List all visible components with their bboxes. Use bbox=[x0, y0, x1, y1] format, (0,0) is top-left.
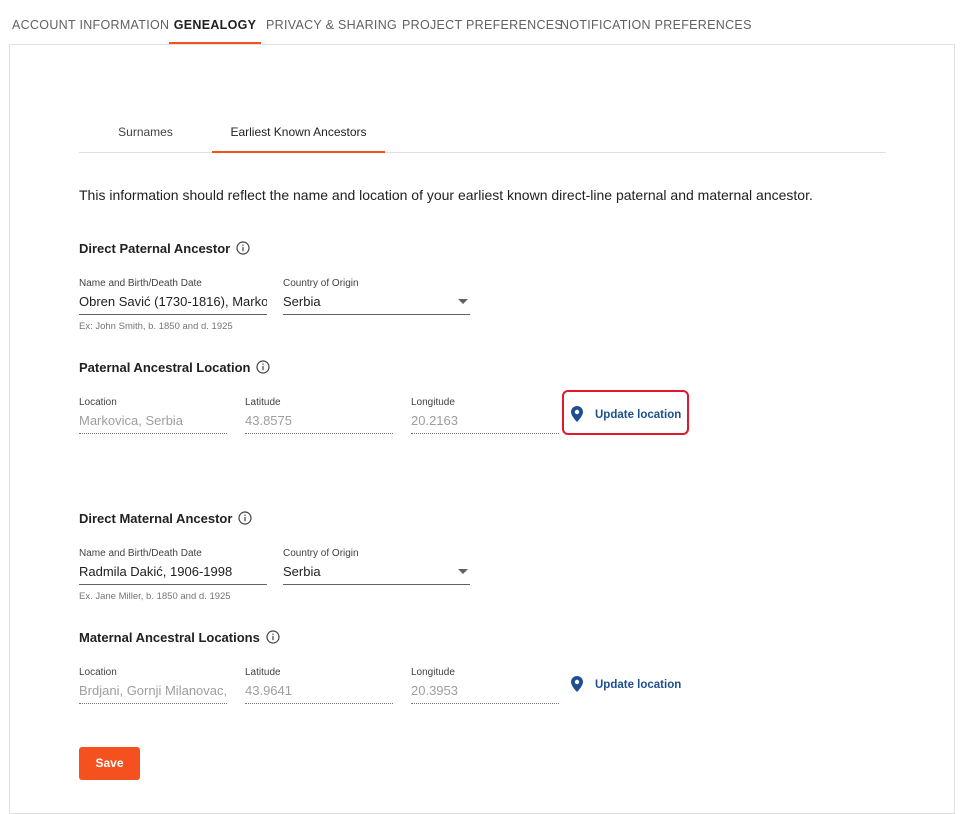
paternal-name-input[interactable]: Obren Savić (1730-1816), Markovica bbox=[79, 291, 267, 315]
maternal-location-title: Maternal Ancestral Locations bbox=[79, 628, 280, 648]
chevron-down-icon bbox=[458, 299, 468, 304]
maternal-ancestor-title: Direct Maternal Ancestor bbox=[79, 509, 253, 529]
tab-genealogy[interactable]: GENEALOGY bbox=[169, 0, 261, 44]
maternal-longitude-label: Longitude bbox=[411, 667, 455, 678]
paternal-location-title-text: Paternal Ancestral Location bbox=[79, 360, 251, 375]
map-pin-icon bbox=[571, 675, 583, 692]
info-icon[interactable] bbox=[266, 629, 280, 644]
maternal-longitude-input: 20.3953 bbox=[411, 680, 559, 704]
paternal-longitude-input: 20.2163 bbox=[411, 410, 559, 434]
paternal-location-title: Paternal Ancestral Location bbox=[79, 358, 271, 378]
sub-tab-surnames[interactable]: Surnames bbox=[79, 116, 212, 152]
maternal-latitude-label: Latitude bbox=[245, 667, 281, 678]
maternal-country-value: Serbia bbox=[283, 564, 321, 579]
maternal-name-hint: Ex. Jane Miller, b. 1850 and d. 1925 bbox=[79, 591, 231, 602]
maternal-update-location-button[interactable]: Update location bbox=[571, 671, 681, 699]
paternal-ancestor-title: Direct Paternal Ancestor bbox=[79, 239, 250, 259]
maternal-name-label: Name and Birth/Death Date bbox=[79, 548, 202, 559]
tab-privacy-sharing[interactable]: PRIVACY & SHARING bbox=[266, 0, 397, 44]
intro-text: This information should reflect the name… bbox=[79, 187, 813, 203]
tab-account-information[interactable]: ACCOUNT INFORMATION bbox=[12, 0, 169, 44]
maternal-latitude-input: 43.9641 bbox=[245, 680, 393, 704]
paternal-country-value: Serbia bbox=[283, 294, 321, 309]
maternal-location-title-text: Maternal Ancestral Locations bbox=[79, 630, 260, 645]
paternal-name-label: Name and Birth/Death Date bbox=[79, 278, 202, 289]
paternal-ancestor-title-text: Direct Paternal Ancestor bbox=[79, 241, 231, 256]
maternal-location-label: Location bbox=[79, 667, 117, 678]
maternal-ancestor-title-text: Direct Maternal Ancestor bbox=[79, 511, 233, 526]
highlight-box bbox=[562, 390, 689, 435]
paternal-name-hint: Ex: John Smith, b. 1850 and d. 1925 bbox=[79, 321, 233, 332]
save-button[interactable]: Save bbox=[79, 747, 140, 780]
paternal-location-input: Markovica, Serbia bbox=[79, 410, 227, 434]
paternal-latitude-input: 43.8575 bbox=[245, 410, 393, 434]
maternal-location-input: Brdjani, Gornji Milanovac, Serbia bbox=[79, 680, 227, 704]
maternal-name-input[interactable]: Radmila Dakić, 1906-1998 bbox=[79, 561, 267, 585]
sub-tab-bar: Surnames Earliest Known Ancestors bbox=[79, 116, 886, 153]
tab-notification-preferences[interactable]: NOTIFICATION PREFERENCES bbox=[560, 0, 751, 44]
maternal-update-location-label: Update location bbox=[595, 679, 682, 691]
info-icon[interactable] bbox=[238, 510, 253, 525]
maternal-country-label: Country of Origin bbox=[283, 548, 359, 559]
chevron-down-icon bbox=[458, 569, 468, 574]
paternal-latitude-label: Latitude bbox=[245, 397, 281, 408]
paternal-country-label: Country of Origin bbox=[283, 278, 359, 289]
maternal-country-select[interactable]: Serbia bbox=[283, 561, 470, 585]
paternal-country-select[interactable]: Serbia bbox=[283, 291, 470, 315]
info-icon[interactable] bbox=[236, 240, 250, 255]
info-icon[interactable] bbox=[256, 359, 271, 374]
tab-project-preferences[interactable]: PROJECT PREFERENCES bbox=[402, 0, 563, 44]
top-tab-bar: ACCOUNT INFORMATION GENEALOGY PRIVACY & … bbox=[0, 0, 966, 44]
paternal-location-label: Location bbox=[79, 397, 117, 408]
paternal-longitude-label: Longitude bbox=[411, 397, 455, 408]
sub-tab-earliest-known-ancestors[interactable]: Earliest Known Ancestors bbox=[212, 116, 385, 153]
